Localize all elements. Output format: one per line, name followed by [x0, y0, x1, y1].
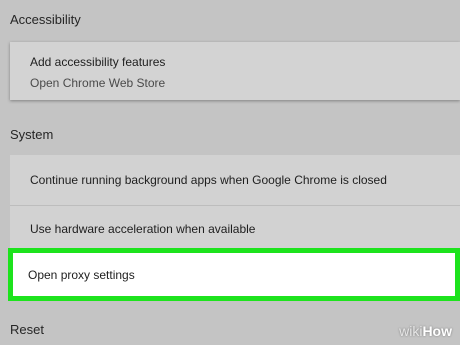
background-apps-label: Continue running background apps when Go… — [30, 173, 387, 187]
watermark-how: How — [422, 323, 452, 339]
background-apps-row[interactable]: Continue running background apps when Go… — [10, 155, 460, 205]
watermark-wiki: wiki — [399, 323, 423, 339]
open-chrome-web-store-link[interactable]: Open Chrome Web Store — [30, 76, 460, 90]
wikihow-watermark: wikiHow — [399, 323, 452, 339]
open-proxy-settings-label: Open proxy settings — [28, 268, 135, 282]
reset-section-title: Reset — [10, 322, 44, 337]
hardware-acceleration-label: Use hardware acceleration when available — [30, 222, 256, 236]
accessibility-section-title: Accessibility — [10, 12, 81, 27]
hardware-acceleration-row[interactable]: Use hardware acceleration when available — [10, 205, 460, 252]
add-accessibility-features-label: Add accessibility features — [30, 55, 166, 69]
system-section-title: System — [10, 127, 54, 142]
add-accessibility-features-card[interactable]: Add accessibility features Open Chrome W… — [10, 42, 460, 100]
open-proxy-settings-row[interactable]: Open proxy settings — [8, 248, 460, 301]
